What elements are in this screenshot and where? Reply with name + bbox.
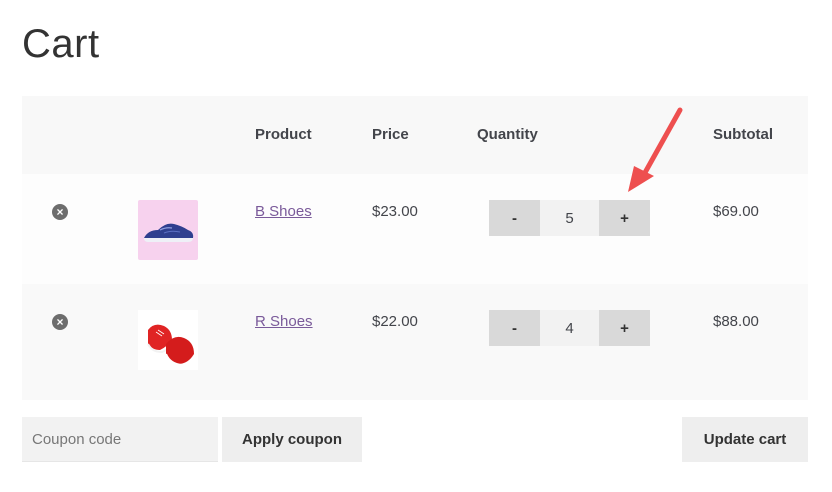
increase-quantity-button[interactable]: +: [599, 200, 650, 236]
quantity-input[interactable]: [540, 310, 599, 346]
header-quantity: Quantity: [477, 126, 538, 143]
product-thumbnail-b-shoes[interactable]: [138, 200, 198, 260]
header-price: Price: [372, 126, 409, 143]
table-row: × B Shoes $23.00 - + $69.00: [22, 174, 808, 284]
blue-shoe-image: [138, 200, 198, 260]
product-price: $23.00: [372, 203, 418, 220]
coupon-code-input[interactable]: [22, 417, 218, 462]
remove-item-icon[interactable]: ×: [52, 314, 68, 330]
product-link-r-shoes[interactable]: R Shoes: [255, 313, 313, 330]
update-cart-button[interactable]: Update cart: [682, 417, 808, 462]
header-subtotal: Subtotal: [713, 126, 773, 143]
decrease-quantity-button[interactable]: -: [489, 200, 540, 236]
cart-actions: Apply coupon Update cart: [22, 417, 808, 462]
increase-quantity-button[interactable]: +: [599, 310, 650, 346]
page-title: Cart: [22, 22, 100, 66]
quantity-stepper: - +: [489, 310, 650, 346]
decrease-quantity-button[interactable]: -: [489, 310, 540, 346]
header-product: Product: [255, 126, 312, 143]
product-thumbnail-r-shoes[interactable]: [138, 310, 198, 370]
cart-table: Product Price Quantity Subtotal × B Shoe…: [22, 96, 808, 400]
quantity-stepper: - +: [489, 200, 650, 236]
remove-item-icon[interactable]: ×: [52, 204, 68, 220]
table-row: × R Shoes $22.00 - + $88.00: [22, 284, 808, 400]
annotation-arrow-icon: [628, 107, 683, 192]
apply-coupon-button[interactable]: Apply coupon: [222, 417, 362, 462]
red-shoe-image: [138, 310, 198, 370]
line-subtotal: $69.00: [713, 203, 759, 220]
table-header: Product Price Quantity Subtotal: [22, 96, 808, 174]
line-subtotal: $88.00: [713, 313, 759, 330]
product-price: $22.00: [372, 313, 418, 330]
product-link-b-shoes[interactable]: B Shoes: [255, 203, 312, 220]
quantity-input[interactable]: [540, 200, 599, 236]
